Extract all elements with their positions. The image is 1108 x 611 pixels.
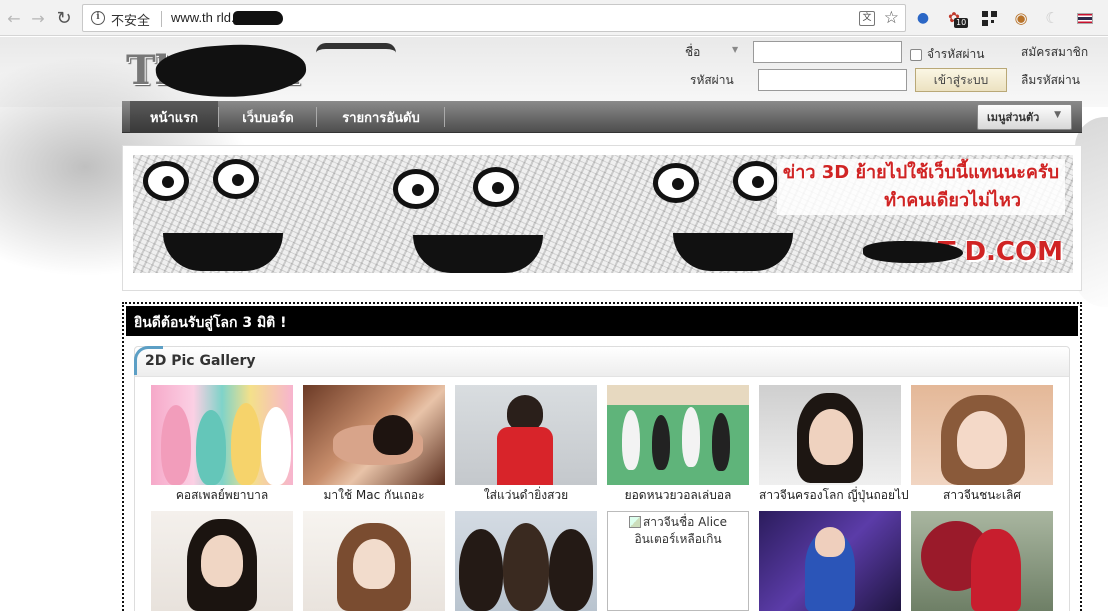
moon-extension-icon[interactable]: ☾ [1042,8,1062,28]
gallery-thumbnail[interactable] [759,511,901,611]
gallery-thumbnail[interactable] [607,385,749,485]
gallery-item[interactable] [759,511,901,611]
gallery-item[interactable]: ใส่แว่นดำยิ่งสวย [455,385,597,505]
gallery-thumbnail[interactable] [151,385,293,485]
bookmark-star-icon[interactable]: ☆ [884,8,899,28]
gallery-thumbnail[interactable] [455,511,597,611]
nav-item-webboard[interactable]: เว็บบอร์ด [220,101,316,133]
chevron-down-icon: ▼ [732,45,739,54]
address-divider [161,11,162,27]
gallery-thumbnail[interactable] [911,385,1053,485]
reload-icon[interactable]: ↻ [52,6,76,30]
manga-face [133,155,353,273]
gallery-thumbnail[interactable] [455,385,597,485]
banner-headline-line2: ทำคนเดียวไม่ไหว [884,190,1021,211]
register-link[interactable]: สมัครสมาชิก [1021,43,1088,62]
gallery-caption[interactable]: ยอดหนวยวอลเล่บอล [607,486,749,505]
gallery-header: 2D Pic Gallery [134,346,1069,377]
address-bar[interactable]: i 不安全 www.th rld.com 文 ☆ [82,4,906,32]
personal-menu-button[interactable]: เมนูส่วนตัว ▼ [977,104,1072,130]
gallery-caption[interactable]: สาวจีนชนะเลิศ [911,486,1053,505]
gallery-caption[interactable]: มาใช้ Mac กันเถอะ [303,486,445,505]
redaction-scribble [863,241,963,263]
password-label: รหัสผ่าน [690,73,734,87]
cookie-icon[interactable]: ◉ [1011,8,1031,28]
gallery-item[interactable]: สาวจีนครองโลก ญี่ปุ่นถอยไป [759,385,909,505]
pic-gallery: 2D Pic Gallery คอสเพลย์พยาบาล มาใช้ Mac … [134,346,1070,611]
main-nav: หน้าแรก เว็บบอร์ด รายการอันดับ [122,101,1082,133]
gallery-item[interactable] [455,511,597,611]
back-arrow-icon[interactable]: ← [2,6,26,30]
site-logo[interactable]: Th .com [126,39,396,103]
username-input[interactable] [753,41,902,63]
gallery-item[interactable]: สาวจีนชื่อ Alice อินเตอร์เหลือเกิน [607,511,749,611]
gallery-item[interactable]: คอสเพลย์พยาบาล [151,385,293,505]
qr-code-icon[interactable] [979,8,999,28]
main-content: ยินดีต้อนรับสู่โลก 3 มิติ ! 2D Pic Galle… [122,302,1082,611]
extension-badge-icon[interactable]: ✿10 [944,8,969,28]
login-button[interactable]: เข้าสู่ระบบ [915,68,1007,92]
broken-image-alt: สาวจีนชื่อ Alice อินเตอร์เหลือเกิน [634,515,728,546]
banner-image[interactable]: ข่าว 3D ย้ายไปใช้เว็บนี้แทนนะครับ ทำคนเด… [133,155,1073,273]
gallery-thumbnail[interactable] [759,385,901,485]
gallery-thumbnail[interactable] [151,511,293,611]
welcome-heading: ยินดีต้อนรับสู่โลก 3 มิติ ! [126,306,1078,336]
chevron-down-icon: ▼ [1054,110,1061,120]
username-label: ชื่อ [685,45,701,59]
gallery-item[interactable]: มาใช้ Mac กันเถอะ [303,385,445,505]
nav-divider [444,107,445,127]
broken-image[interactable]: สาวจีนชื่อ Alice อินเตอร์เหลือเกิน [607,511,749,611]
broken-image-icon [628,516,641,528]
thai-flag-icon[interactable] [1075,8,1095,28]
extension-badge-count: 10 [954,18,969,28]
forward-arrow-icon[interactable]: → [26,6,50,30]
gallery-item[interactable]: ยอดหนวยวอลเล่บอล [607,385,749,505]
redaction-scribble [233,11,283,25]
remember-label: จำรหัสผ่าน [927,47,985,61]
nav-divider [316,107,317,127]
gallery-item[interactable] [151,511,293,611]
banner-container: ข่าว 3D ย้ายไปใช้เว็บนี้แทนนะครับ ทำคนเด… [122,145,1082,291]
forgot-password-link[interactable]: ลืมรหัสผ่าน [1021,71,1080,90]
3d-glasses-icon [316,43,396,57]
remember-password[interactable]: จำรหัสผ่าน [910,45,984,64]
globe-extension-icon[interactable]: ● [913,8,933,28]
gallery-item[interactable]: สาวจีนชนะเลิศ [911,385,1053,505]
web-page: Th .com ชื่อ ▼ จำรหัสผ่าน สมัครสมาชิก รห… [0,37,1108,611]
nav-item-ranking[interactable]: รายการอันดับ [318,101,444,133]
nav-item-home[interactable]: หน้าแรก [130,101,218,133]
personal-menu-label: เมนูส่วนตัว [987,111,1040,124]
gallery-caption[interactable]: คอสเพลย์พยาบาล [151,486,293,505]
gallery-caption[interactable]: ใส่แว่นดำยิ่งสวย [455,486,597,505]
info-icon[interactable]: i [91,11,105,25]
gallery-caption[interactable]: สาวจีนครองโลก ญี่ปุ่นถอยไป [759,486,909,505]
gallery-item[interactable] [303,511,445,611]
remember-checkbox[interactable] [910,48,922,61]
gallery-item[interactable] [911,511,1053,611]
gallery-thumbnail[interactable] [303,511,445,611]
browser-toolbar: ← → ↻ i 不安全 www.th rld.com 文 ☆ ● ✿10 ◉ ☾ [0,0,1108,36]
banner-headline: ข่าว 3D ย้ายไปใช้เว็บนี้แทนนะครับ ทำคนเด… [776,159,1065,215]
gallery-thumbnail[interactable] [911,511,1053,611]
gallery-title: 2D Pic Gallery [145,353,256,369]
translate-icon[interactable]: 文 [859,11,875,26]
password-input[interactable] [758,69,907,91]
nav-divider [218,107,219,127]
security-label[interactable]: 不安全 [111,10,150,29]
manga-face [363,155,593,273]
banner-headline-line1: ข่าว 3D ย้ายไปใช้เว็บนี้แทนนะครับ [782,162,1059,183]
gallery-thumbnail[interactable] [303,385,445,485]
